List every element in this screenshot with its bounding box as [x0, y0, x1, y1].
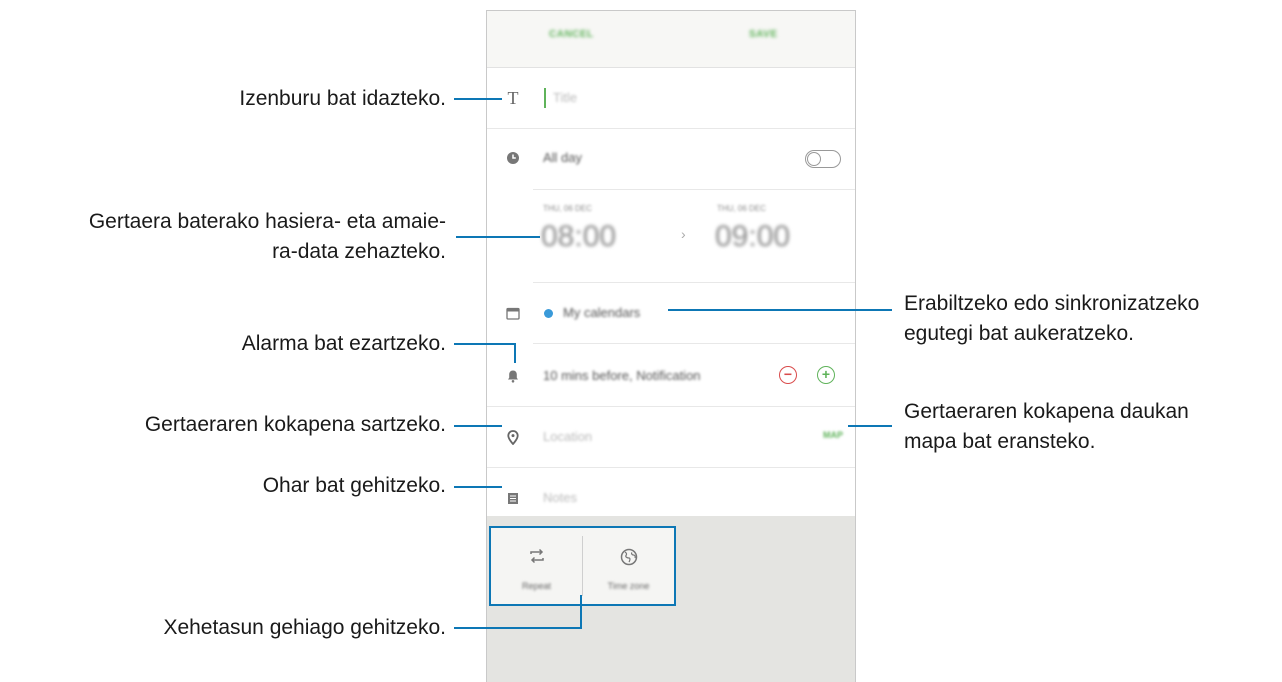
location-input[interactable]: Location	[543, 429, 592, 444]
event-form: T Title All day THU, 06 DEC 08:00 › THU,…	[487, 68, 855, 516]
annotation-note: Ohar bat gehitzeko.	[262, 474, 446, 497]
calendar-icon	[501, 301, 525, 325]
title-icon: T	[507, 87, 519, 108]
remove-reminder-button[interactable]: −	[779, 366, 797, 384]
callout-line-title	[454, 98, 502, 100]
add-reminder-button[interactable]: +	[817, 366, 835, 384]
callout-line-more	[454, 627, 582, 629]
app-header: CANCEL SAVE	[487, 11, 855, 68]
annotation-date-line1: Gertaera baterako hasiera- eta amaie-	[88, 210, 446, 233]
text-cursor	[544, 88, 546, 108]
reminder-label[interactable]: 10 mins before, Notification	[543, 368, 701, 383]
notes-row: Notes	[487, 468, 855, 516]
time-zone-label: Time zone	[607, 581, 650, 591]
location-pin-icon	[501, 425, 525, 449]
annotation-calendar-line2: egutegi bat aukeratzeko.	[904, 322, 1134, 345]
map-button[interactable]: MAP	[823, 430, 843, 440]
title-input[interactable]: Title	[553, 90, 577, 105]
end-date: THU, 06 DEC	[717, 204, 766, 213]
calendar-color-dot	[544, 309, 553, 318]
bell-icon	[501, 364, 525, 388]
start-time: 08:00	[541, 220, 617, 253]
toggle-knob	[807, 152, 821, 166]
callout-line-alarm-v	[514, 343, 516, 363]
clock-icon	[501, 146, 525, 170]
annotation-map-line1: Gertaeraren kokapena daukan	[904, 400, 1189, 423]
callout-line-map	[848, 425, 892, 427]
calendar-select[interactable]: My calendars	[563, 305, 640, 320]
annotation-title: Izenburu bat idazteko.	[239, 87, 446, 110]
save-button[interactable]: SAVE	[749, 29, 778, 40]
repeat-button[interactable]: Repeat	[491, 528, 582, 604]
callout-line-alarm	[454, 343, 516, 345]
calendar-row[interactable]: My calendars	[487, 283, 855, 343]
phone-screen: CANCEL SAVE T Title All day THU, 06 DEC …	[486, 10, 856, 682]
more-options-group: Repeat Time zone	[489, 526, 676, 606]
notes-icon	[501, 486, 525, 510]
title-row[interactable]: T Title	[487, 68, 855, 128]
chevron-right-icon: ›	[681, 226, 686, 242]
callout-line-calendar	[668, 309, 892, 311]
reminder-row: 10 mins before, Notification − +	[487, 344, 855, 406]
repeat-icon	[491, 548, 582, 569]
time-zone-button[interactable]: Time zone	[583, 528, 674, 604]
annotation-map-line2: mapa bat eransteko.	[904, 430, 1096, 453]
date-time-row: THU, 06 DEC 08:00 › THU, 06 DEC 09:00	[487, 190, 855, 282]
location-row: Location MAP	[487, 407, 855, 467]
globe-icon	[583, 548, 674, 571]
all-day-row: All day	[487, 129, 855, 189]
callout-line-location	[454, 425, 502, 427]
annotation-more: Xehetasun gehiago gehitzeko.	[163, 616, 446, 639]
cancel-button[interactable]: CANCEL	[549, 29, 594, 40]
annotation-alarm: Alarma bat ezartzeko.	[241, 332, 446, 355]
callout-line-note	[454, 486, 502, 488]
annotation-date-line2: ra-data zehazteko.	[272, 240, 446, 263]
callout-line-date	[456, 236, 540, 238]
notes-input[interactable]: Notes	[543, 490, 577, 505]
annotation-location: Gertaeraren kokapena sartzeko.	[144, 413, 446, 436]
all-day-toggle[interactable]	[805, 150, 841, 168]
repeat-label: Repeat	[521, 581, 552, 591]
end-time: 09:00	[715, 220, 791, 253]
callout-line-more-v	[580, 595, 582, 629]
all-day-label: All day	[543, 150, 583, 165]
start-date: THU, 06 DEC	[543, 204, 592, 213]
annotation-calendar-line1: Erabiltzeko edo sinkronizatzeko	[904, 292, 1200, 315]
